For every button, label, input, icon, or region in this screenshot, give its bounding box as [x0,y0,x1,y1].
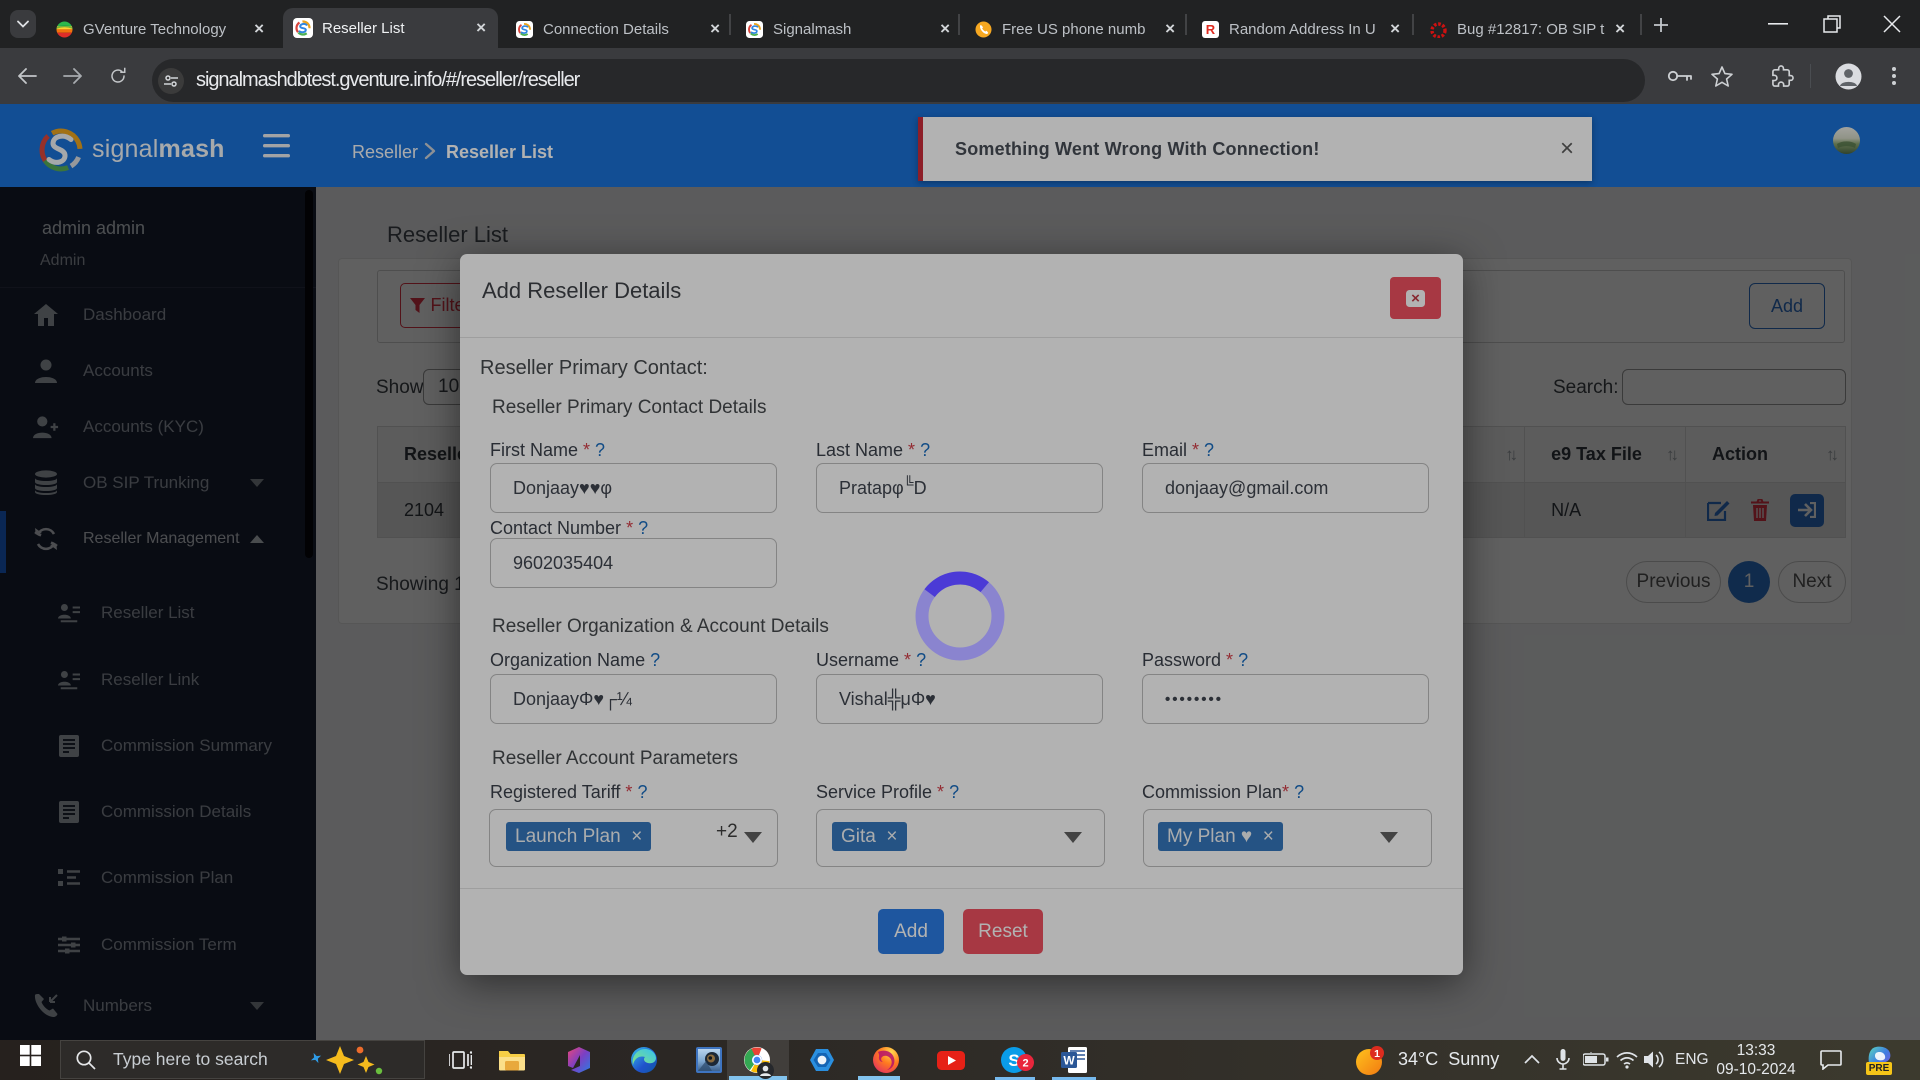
svg-text:1: 1 [1374,1048,1380,1060]
svg-text:W: W [1063,1054,1075,1068]
svg-text:R: R [1206,22,1216,37]
svg-text:2: 2 [1022,1058,1028,1070]
